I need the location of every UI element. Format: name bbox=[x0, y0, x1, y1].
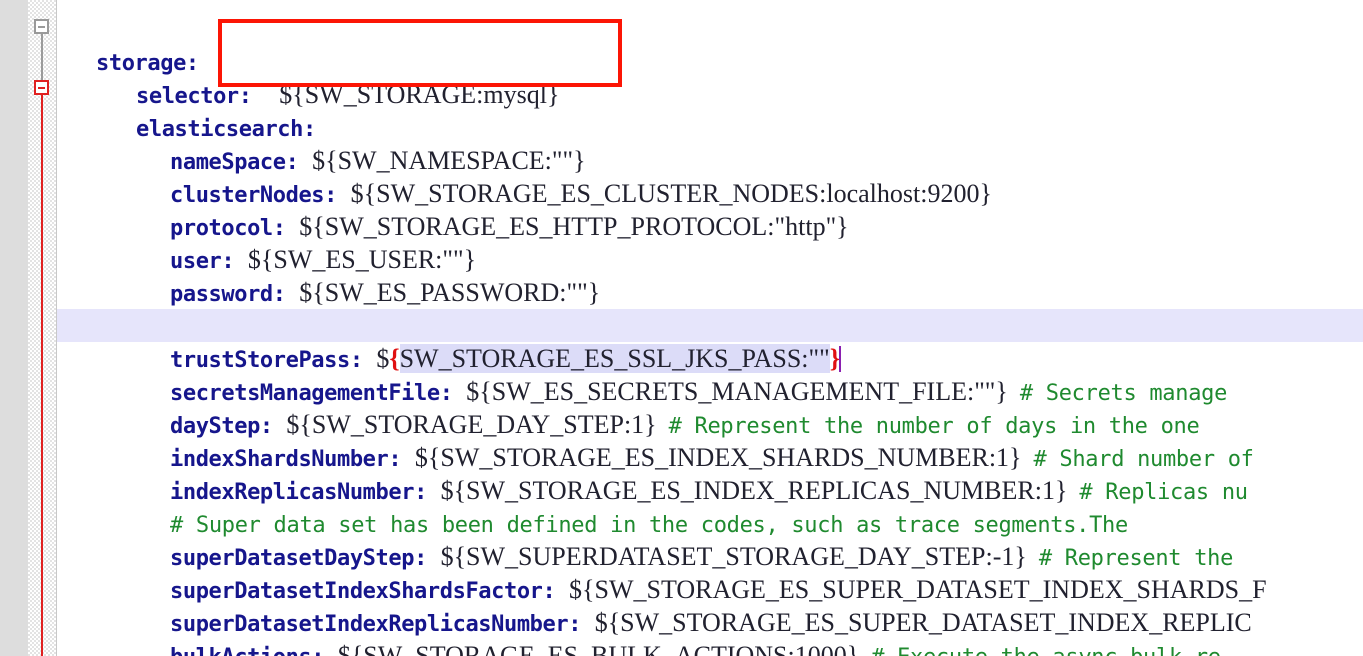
code-line-superdatasetindexreplicasnumber[interactable]: superDatasetIndexReplicasNumber: ${SW_ST… bbox=[57, 573, 1363, 637]
code-line-bulkactions[interactable]: bulkActions: ${SW_STORAGE_ES_BULK_ACTION… bbox=[57, 606, 1363, 656]
code-line-namespace[interactable]: nameSpace: ${SW_NAMESPACE:""} bbox=[57, 111, 1363, 175]
code-line-selector[interactable]: selector: ${SW_STORAGE:mysql} bbox=[57, 45, 1363, 109]
code-line-superdatasetdaystep[interactable]: superDatasetDayStep: ${SW_SUPERDATASET_S… bbox=[57, 507, 1363, 571]
fold-toggle-storage-icon[interactable] bbox=[34, 19, 49, 34]
code-line-flushinterval[interactable]: flushInterval: ${SW_STORAGE_ES_FLUSH_INT… bbox=[57, 639, 1363, 656]
code-line-indexshardsnumber[interactable]: indexShardsNumber: ${SW_STORAGE_ES_INDEX… bbox=[57, 408, 1363, 472]
code-line-comment-superdataset[interactable]: # Super data set has been defined in the… bbox=[57, 474, 1363, 538]
code-line-superdatasetindexshardsfactor[interactable]: superDatasetIndexShardsFactor: ${SW_STOR… bbox=[57, 540, 1363, 604]
code-line-daystep[interactable]: dayStep: ${SW_STORAGE_DAY_STEP:1} # Repre… bbox=[57, 375, 1363, 439]
code-line-partial-top[interactable] bbox=[57, 0, 1363, 12]
code-editor[interactable]: storage: selector: ${SW_STORAGE:mysql} e… bbox=[0, 0, 1363, 656]
fold-toggle-elasticsearch-icon[interactable] bbox=[34, 80, 49, 95]
code-line-storage[interactable]: storage: bbox=[57, 12, 1363, 76]
code-line-indexreplicasnumber[interactable]: indexReplicasNumber: ${SW_STORAGE_ES_IND… bbox=[57, 441, 1363, 505]
code-content[interactable]: storage: selector: ${SW_STORAGE:mysql} e… bbox=[57, 0, 1363, 656]
fold-region-line-storage bbox=[41, 33, 43, 81]
code-line-user[interactable]: user: ${SW_ES_USER:""} bbox=[57, 210, 1363, 274]
code-line-clusternodes[interactable]: clusterNodes: ${SW_STORAGE_ES_CLUSTER_NO… bbox=[57, 144, 1363, 208]
fold-region-line-elasticsearch bbox=[41, 94, 43, 656]
code-line-protocol[interactable]: protocol: ${SW_STORAGE_ES_HTTP_PROTOCOL:… bbox=[57, 177, 1363, 241]
code-line-truststorepath[interactable]: trustStorePath: ${SW_STORAGE_ES_SSL_JKS_… bbox=[57, 276, 1363, 340]
code-line-secretsmanagementfile[interactable]: secretsManagementFile: ${SW_ES_SECRETS_M… bbox=[57, 342, 1363, 406]
editor-gutter bbox=[0, 0, 28, 656]
code-line-elasticsearch[interactable]: elasticsearch: bbox=[57, 78, 1363, 142]
code-line-password[interactable]: password: ${SW_ES_PASSWORD:""} bbox=[57, 243, 1363, 307]
code-line-truststorepass[interactable]: trustStorePass: ${SW_STORAGE_ES_SSL_JKS_… bbox=[57, 309, 1363, 373]
